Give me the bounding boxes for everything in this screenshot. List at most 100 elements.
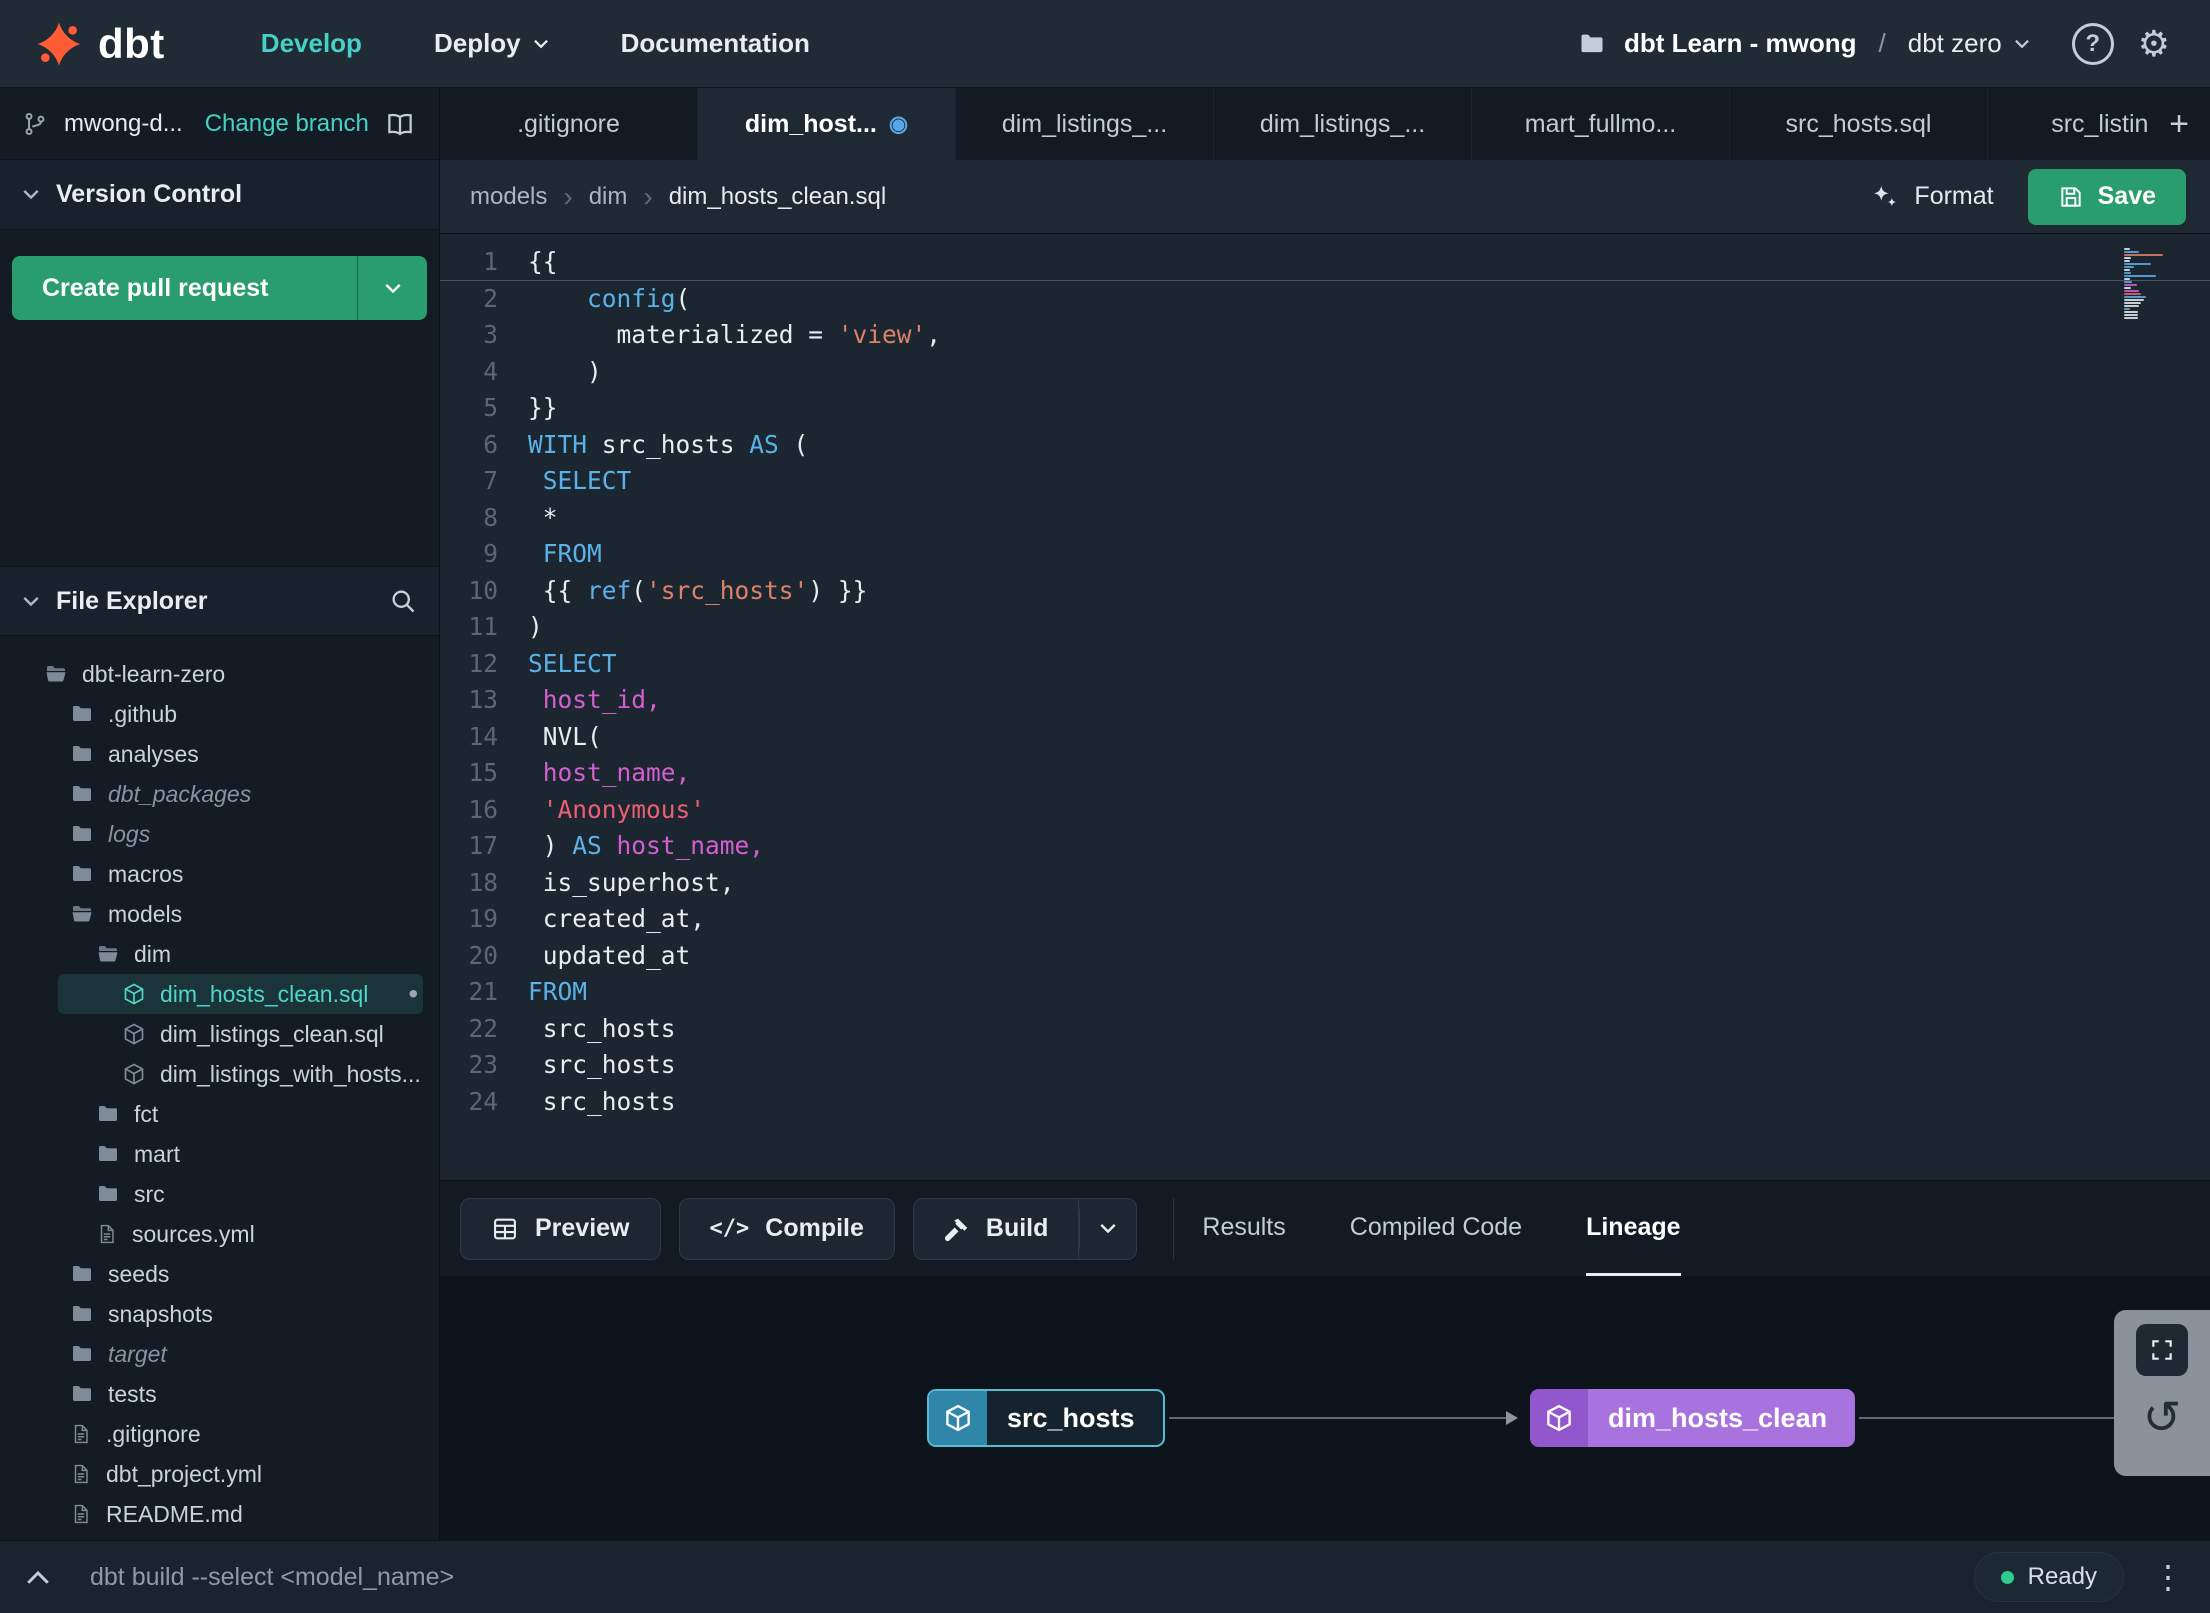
new-tab-button[interactable]: + (2148, 88, 2210, 160)
nav-item-deploy[interactable]: Deploy (434, 0, 549, 87)
minimap-bar (2124, 251, 2140, 253)
breadcrumb-item: models (470, 182, 548, 210)
compile-button[interactable]: </> Compile (678, 1197, 895, 1260)
create-pull-request-button[interactable]: Create pull request (12, 256, 357, 320)
nav-item-develop[interactable]: Develop (261, 0, 362, 87)
chevron-down-icon (533, 39, 549, 49)
code-text: {{ ref('src_hosts') }} (528, 575, 868, 605)
code-text: {{ (528, 247, 558, 276)
file-tree-item[interactable]: snapshots (0, 1294, 439, 1334)
help-icon[interactable]: ? (2071, 22, 2114, 65)
dbt-logo[interactable]: dbt (36, 20, 165, 68)
save-button[interactable]: Save (2027, 168, 2186, 225)
file-tree-item-label: macros (108, 860, 184, 887)
file-tree-item[interactable]: dim_listings_with_hosts... (0, 1054, 439, 1094)
nav-item-label: Documentation (620, 28, 810, 58)
file-tree-item[interactable]: README.md (0, 1494, 439, 1534)
line-number: 6 (483, 429, 498, 459)
preview-button[interactable]: Preview (460, 1197, 661, 1260)
search-icon[interactable] (389, 587, 417, 615)
file-tree-item-label: dim_listings_clean.sql (160, 1020, 384, 1047)
status-text: Ready (2027, 1563, 2097, 1590)
create-pull-request-menu-button[interactable] (357, 256, 427, 320)
file-tree-item[interactable]: sources.yml (0, 1214, 439, 1254)
format-button[interactable]: Format (1870, 182, 1994, 212)
code-editor[interactable]: 1{{2 config(3 materialized = 'view', 4 ) 5… (440, 234, 2210, 1180)
file-tree-item[interactable]: dbt_packages (0, 774, 439, 814)
file-tree-item-label: dbt_project.yml (106, 1460, 262, 1487)
file-tree-item[interactable]: models (0, 894, 439, 934)
file-tree-item[interactable]: seeds (0, 1254, 439, 1294)
minimap-bar (2124, 266, 2134, 268)
file-tree-item[interactable]: fct (0, 1094, 439, 1134)
file-tree-item-label: logs (108, 820, 151, 847)
file-explorer-header[interactable]: File Explorer (0, 566, 439, 636)
version-control-header[interactable]: Version Control (0, 160, 439, 230)
file-tree-item[interactable]: target (0, 1334, 439, 1374)
tab-label: src_listings. (2051, 109, 2148, 138)
sparkles-icon (1870, 182, 1900, 212)
file-tree-item[interactable]: mart (0, 1134, 439, 1174)
panel-tab-results[interactable]: Results (1202, 1181, 1285, 1276)
file-tree-item[interactable]: .gitignore (0, 1414, 439, 1454)
line-number: 22 (468, 1013, 498, 1043)
file-tree-item[interactable]: analyses (0, 734, 439, 774)
line-number: 8 (483, 502, 498, 532)
breadcrumb-item: dim (588, 182, 628, 210)
file-tree-item[interactable]: dim (0, 934, 439, 974)
folder-icon (96, 942, 120, 966)
nav-item-documentation[interactable]: Documentation (621, 0, 810, 87)
lineage-canvas: src_hostsdim_hosts_cleandim_listings_wit… (440, 1276, 2210, 1540)
code-line: 23 src_hosts (440, 1047, 2210, 1084)
file-tree-item[interactable]: macros (0, 854, 439, 894)
change-branch-link[interactable]: Change branch (205, 110, 369, 138)
file-tree-item[interactable]: dim_listings_clean.sql (0, 1014, 439, 1054)
panel-tab-lineage[interactable]: Lineage (1586, 1181, 1681, 1276)
line-number: 2 (483, 283, 498, 313)
file-tree-item-label: tests (108, 1380, 157, 1407)
file-tree-item[interactable]: tests (0, 1374, 439, 1414)
gear-icon[interactable]: ⚙ (2138, 23, 2170, 65)
fullscreen-icon[interactable] (2136, 1324, 2188, 1376)
editor-tab[interactable]: dim_listings_... (1214, 88, 1472, 160)
lineage-node[interactable]: src_hosts (927, 1389, 1165, 1447)
file-tree-item-label: analyses (108, 740, 199, 767)
editor-tab[interactable]: dim_listings_... (956, 88, 1214, 160)
environment-selector[interactable]: dbt zero (1908, 28, 2030, 59)
editor-tab[interactable]: mart_fullmo... (1472, 88, 1730, 160)
sidebar: mwong-d... Change branch Version Control… (0, 88, 440, 1540)
build-menu-button[interactable] (1079, 1197, 1138, 1260)
main-area: mwong-d... Change branch Version Control… (0, 88, 2210, 1540)
minimap-bar (2124, 308, 2130, 310)
file-tree-item[interactable]: logs (0, 814, 439, 854)
file-tree-item[interactable]: .github (0, 694, 439, 734)
file-tree-item[interactable]: dbt-learn-zero (0, 654, 439, 694)
kebab-menu-icon[interactable]: ⋮ (2152, 1558, 2184, 1596)
code-line: 20 updated_at (440, 938, 2210, 975)
code-line: 1 {{ (440, 244, 2210, 281)
file-tree-item-label: fct (134, 1100, 159, 1127)
minimap-bar (2124, 299, 2144, 301)
editor-tab[interactable]: src_hosts.sql (1730, 88, 1988, 160)
folder-icon (70, 1342, 94, 1366)
code-text: 'Anonymous' (542, 794, 706, 824)
docs-book-icon[interactable] (385, 109, 415, 139)
file-tree-item[interactable]: src (0, 1174, 439, 1214)
model-cube-icon (122, 1062, 146, 1086)
line-number: 4 (483, 356, 498, 386)
editor-tab[interactable]: dim_host... ◉ (698, 88, 956, 160)
file-tree-item-label: .gitignore (106, 1420, 201, 1447)
chevron-up-icon[interactable] (26, 1570, 50, 1585)
minimap-bar (2124, 317, 2138, 319)
lineage-node[interactable]: dim_hosts_clean (1530, 1389, 1856, 1447)
code-text: src_hosts (528, 1086, 676, 1116)
build-button[interactable]: Build (912, 1197, 1080, 1260)
file-tree-item[interactable]: dim_hosts_clean.sql • (58, 974, 423, 1014)
editor-tab[interactable]: .gitignore (440, 88, 698, 160)
panel-tab-compiled-code[interactable]: Compiled Code (1350, 1181, 1522, 1276)
editor-tab[interactable]: src_listings. (1988, 88, 2148, 160)
file-tree-item[interactable]: dbt_project.yml (0, 1454, 439, 1494)
code-text: is_superhost, (528, 867, 735, 897)
reset-view-icon[interactable]: ↺ (2143, 1394, 2182, 1440)
breadcrumb-separator: / (1878, 28, 1886, 58)
